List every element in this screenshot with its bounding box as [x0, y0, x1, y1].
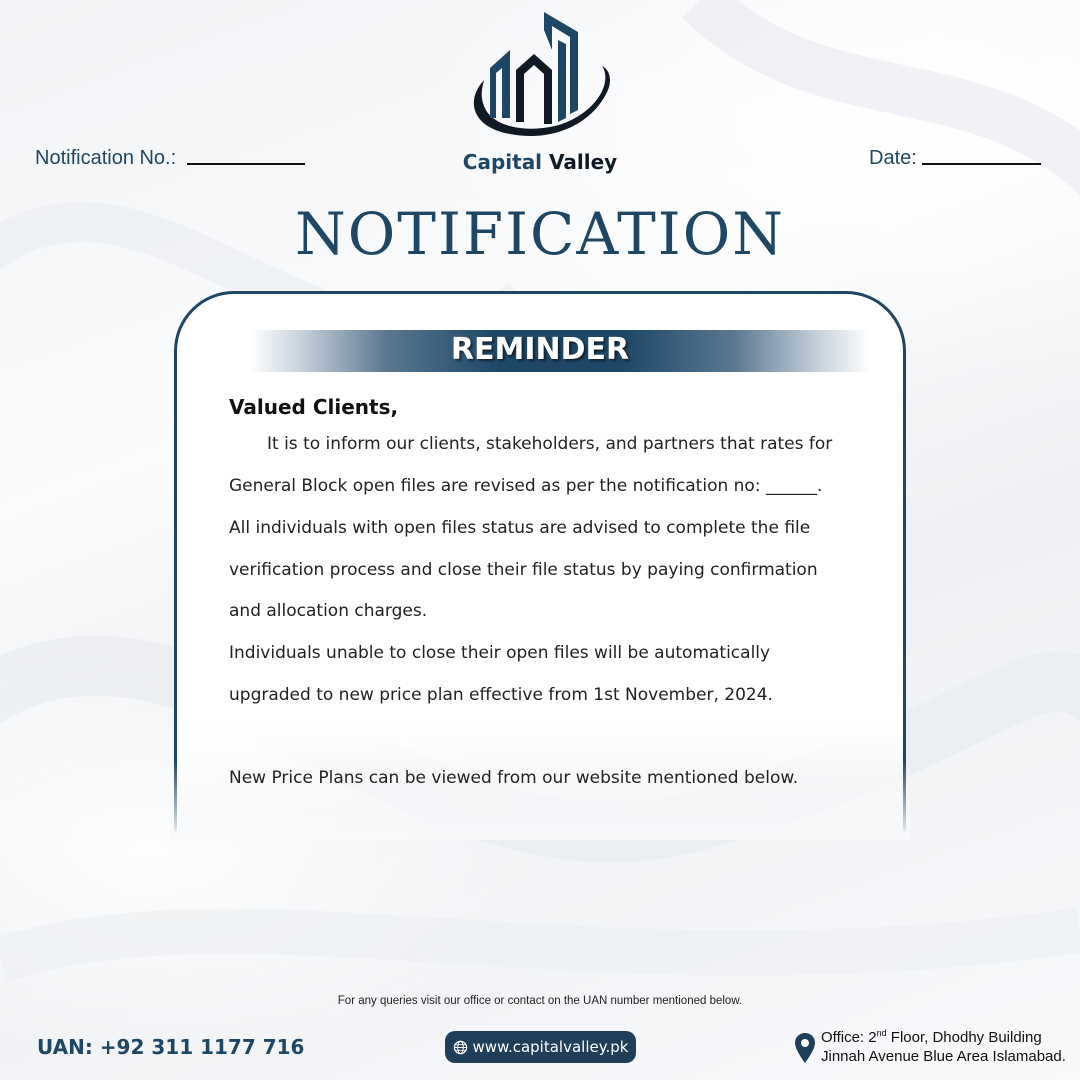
body-line-7: upgraded to new price plan effective fro…: [229, 685, 773, 705]
body-line-6: Individuals unable to close their open f…: [229, 643, 771, 663]
brand-word-valley: Valley: [549, 150, 618, 174]
office-address: Office: 2nd Floor, Dhodhy Building Jinna…: [821, 1028, 1066, 1066]
date-blank: [922, 163, 1041, 165]
notification-number-blank: [187, 163, 305, 165]
body-line-3: All individuals with open files status a…: [229, 518, 811, 538]
body-line-4: verification process and close their fil…: [229, 560, 818, 580]
website-link[interactable]: www.capitalvalley.pk: [445, 1031, 636, 1063]
brand-name: Capital Valley: [440, 150, 640, 174]
reminder-title: REMINDER: [450, 332, 630, 367]
website-url: www.capitalvalley.pk: [472, 1038, 629, 1056]
notification-number-label: Notification No.:: [35, 147, 177, 169]
body-line-5: and allocation charges.: [229, 601, 428, 621]
office-line-1: Office: 2nd Floor, Dhodhy Building: [821, 1028, 1042, 1047]
office-line-2: Jinnah Avenue Blue Area Islamabad.: [821, 1048, 1066, 1065]
footer-note: For any queries visit our office or cont…: [337, 995, 743, 1007]
location-pin-icon: [795, 1033, 815, 1063]
building-logo-icon: [473, 12, 610, 137]
body-line-1: It is to inform our clients, stakeholder…: [267, 434, 833, 454]
page-title: NOTIFICATION: [294, 200, 786, 268]
body-line-2: General Block open files are revised as …: [229, 476, 823, 496]
uan-number: UAN: +92 311 1177 716: [37, 1035, 305, 1059]
greeting: Valued Clients,: [229, 395, 399, 419]
globe-icon: [453, 1040, 467, 1054]
body-line-8: New Price Plans can be viewed from our w…: [229, 768, 799, 788]
brand-word-capital: Capital: [462, 150, 543, 174]
date-label: Date:: [869, 147, 917, 169]
